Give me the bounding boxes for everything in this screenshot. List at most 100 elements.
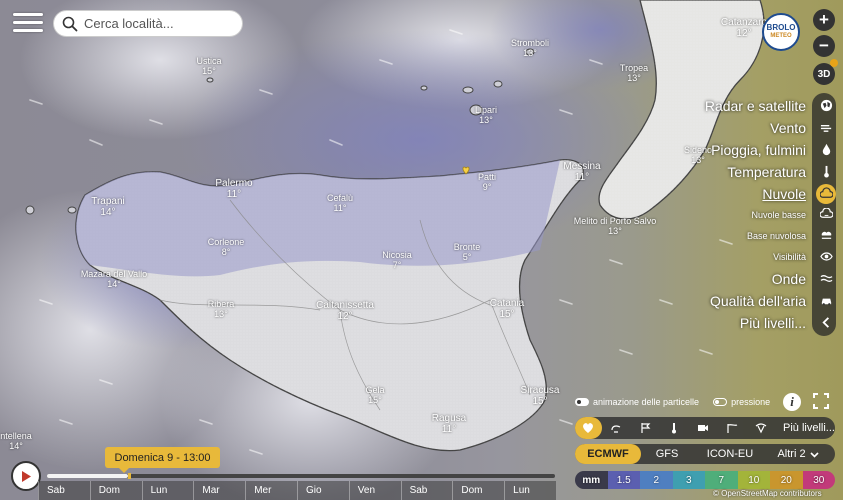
city-label: Ustica 15° (196, 56, 222, 76)
particles-toggle[interactable]: animazione delle particelle (575, 397, 699, 407)
timeline-day[interactable]: Dom (452, 481, 504, 500)
brand-logo[interactable]: BROLO METEO (762, 13, 800, 51)
search-icon (62, 16, 78, 31)
city-label: Ragusa 11° (431, 413, 467, 435)
model-gfs[interactable]: GFS (641, 444, 693, 464)
layer-radar-satellite[interactable]: Radar e satellite (705, 95, 836, 116)
city-label: Mazara del Vallo 14° (80, 269, 148, 289)
rain-drop-icon (816, 140, 836, 160)
timeline-day[interactable]: Mer (245, 481, 297, 500)
model-ecmwf[interactable]: ECMWF (575, 444, 641, 464)
city-label: Catanzaro 12° (720, 17, 768, 39)
precipitation-legend: mm 1.5 2 3 7 10 20 30 (575, 471, 835, 489)
legend-stop: 2 (640, 471, 673, 489)
city-label: Trapani 14° (91, 196, 125, 218)
layer-cloud-base[interactable]: Base nuvolosa (747, 225, 836, 246)
menu-line (13, 29, 43, 32)
webcam-button[interactable] (688, 417, 717, 439)
model-icon-eu[interactable]: ICON-EU (693, 444, 767, 464)
paragliding-button[interactable] (746, 417, 775, 439)
city-label: Melito di Porto Salvo 13° (573, 216, 657, 236)
city-label: Stromboli 13° (510, 38, 550, 58)
overlay-toggles: animazione delle particelle pressione (575, 394, 784, 410)
layer-visibility[interactable]: Visibilità (773, 246, 836, 267)
legend-unit: mm (575, 471, 608, 489)
layer-label: Nuvole (762, 185, 806, 202)
model-more-label: Altri 2 (777, 448, 806, 460)
zoom-out-button[interactable]: − (813, 35, 835, 57)
more-views-link[interactable]: Più livelli... (783, 422, 835, 434)
cloud-base-icon (816, 226, 836, 246)
layer-more-levels[interactable]: Più livelli... (740, 312, 836, 333)
timeline-progress (47, 474, 129, 478)
pressure-toggle[interactable]: pressione (713, 397, 770, 407)
model-more[interactable]: Altri 2 (767, 444, 829, 464)
timeline-day[interactable]: Sab (38, 481, 90, 500)
3d-view-button[interactable]: 3D (813, 59, 838, 85)
layer-low-clouds[interactable]: Nuvole basse (751, 204, 836, 225)
layer-label: Base nuvolosa (746, 230, 806, 241)
legend-stop: 7 (705, 471, 738, 489)
layer-clouds[interactable]: Nuvole (762, 183, 836, 204)
city-label: Sideno 13° (683, 145, 713, 165)
brand-subname: METEO (770, 33, 792, 39)
play-icon (22, 470, 31, 482)
wind-sock-icon (727, 424, 737, 433)
timeline-day[interactable]: Sab (400, 481, 453, 500)
heart-icon (583, 423, 594, 433)
thermometer-button[interactable] (660, 417, 689, 439)
timeline-day[interactable]: Lun (504, 481, 556, 500)
timeline-day[interactable]: Ven (348, 481, 401, 500)
play-button[interactable] (11, 461, 41, 491)
legend-stop: 30 (802, 471, 835, 489)
layer-rain-thunder[interactable]: Pioggia, fulmini (711, 139, 836, 160)
city-label: Caltanissetta 12° (316, 300, 374, 322)
layer-temperature[interactable]: Temperatura (727, 161, 836, 182)
hamburger-menu-button[interactable] (11, 9, 45, 39)
3d-label: 3D (817, 68, 831, 80)
city-label: Catania 15° (489, 298, 525, 320)
chevron-left-icon (816, 313, 836, 333)
map-attribution[interactable]: © OpenStreetMap contributors (713, 489, 822, 498)
legend-stop: 1.5 (607, 471, 640, 489)
timeline-handle[interactable] (128, 473, 132, 479)
search-box[interactable] (53, 10, 243, 37)
layer-label: Più livelli... (739, 314, 806, 331)
fullscreen-icon[interactable] (812, 392, 830, 410)
flag-button[interactable] (631, 417, 660, 439)
layer-wind[interactable]: Vento (770, 117, 836, 138)
premium-crown-icon (830, 59, 838, 67)
view-mode-bar: Più livelli... (575, 417, 835, 439)
city-label: Messina 11° (563, 161, 601, 183)
layer-label: Onde (771, 270, 806, 287)
layer-air-quality[interactable]: Qualità dell'aria (710, 290, 836, 311)
favorites-button[interactable] (575, 417, 602, 439)
layer-waves[interactable]: Onde (772, 268, 836, 289)
toggle-label: pressione (731, 397, 771, 407)
zoom-in-button[interactable]: + (813, 9, 835, 31)
timeline-day[interactable]: Gio (296, 481, 349, 500)
city-label: Corleone 8° (207, 237, 245, 257)
radar-icon (816, 96, 836, 116)
search-input[interactable] (84, 16, 234, 31)
layer-label: Temperatura (727, 163, 806, 180)
info-icon[interactable]: i (783, 393, 801, 411)
timeline-track[interactable] (47, 473, 555, 479)
weather-station-button[interactable] (602, 417, 631, 439)
layer-label: Visibilità (773, 251, 806, 262)
eye-icon (816, 247, 836, 267)
thermometer-icon (672, 423, 677, 434)
thermometer-icon (816, 162, 836, 182)
city-label: Ribera 13° (207, 299, 235, 319)
timeline-day[interactable]: Mar (193, 481, 245, 500)
layer-label: Vento (770, 119, 806, 136)
timeline-day[interactable]: Lun (141, 481, 194, 500)
windsurf-button[interactable] (717, 417, 746, 439)
layer-label: Nuvole basse (751, 209, 806, 220)
city-label: Tropea 13° (619, 63, 649, 83)
timeline-day[interactable]: Dom (89, 481, 142, 500)
city-label: Patti 9° (477, 172, 497, 192)
webcam-dish-icon (611, 425, 621, 433)
flag-icon (641, 423, 651, 433)
city-label: Nicosia 7° (382, 250, 412, 270)
